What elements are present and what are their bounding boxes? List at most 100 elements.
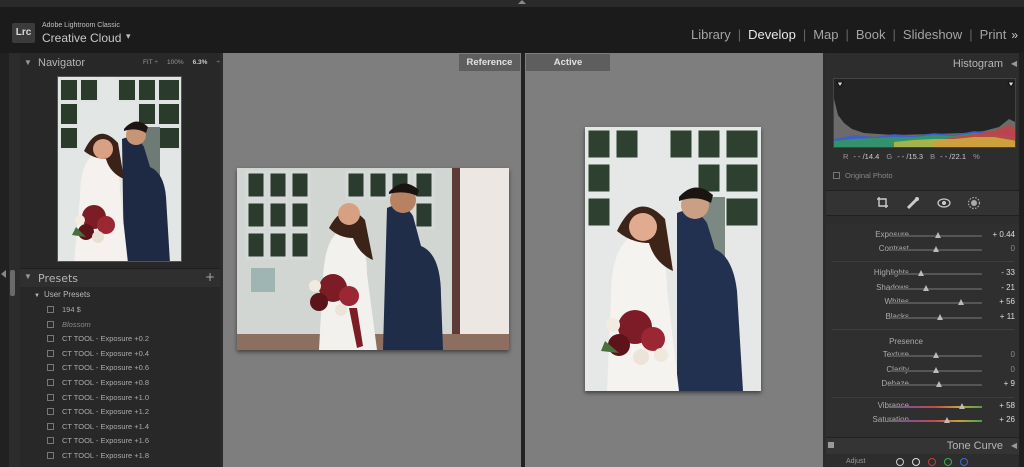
presets-header[interactable]: ▼ Presets + bbox=[20, 268, 220, 287]
preset-item[interactable]: CT TOOL - Exposure +0.8 bbox=[47, 378, 149, 387]
module-slideshow[interactable]: Slideshow bbox=[903, 27, 962, 42]
slider-vibrance[interactable]: Vibrance+ 58 bbox=[826, 400, 1019, 414]
masking-icon[interactable] bbox=[967, 196, 981, 210]
disclosure-triangle-icon[interactable]: ▼ bbox=[24, 272, 32, 292]
rgb-channel-icon[interactable] bbox=[912, 458, 920, 466]
slider-handle[interactable] bbox=[959, 403, 966, 409]
slider-value[interactable]: + 11 bbox=[1000, 312, 1015, 321]
module-library[interactable]: Library bbox=[691, 27, 731, 42]
disclosure-triangle-icon[interactable]: ◀ bbox=[1011, 59, 1017, 68]
slider-handle[interactable] bbox=[958, 299, 965, 305]
slider-handle[interactable] bbox=[917, 270, 924, 276]
slider-track[interactable] bbox=[890, 406, 982, 408]
preset-group-user[interactable]: ▼ User Presets bbox=[34, 290, 90, 299]
preset-item[interactable]: CT TOOL - Exposure +1.8 bbox=[47, 451, 149, 460]
preset-item[interactable]: CT TOOL - Exposure +1.0 bbox=[47, 393, 149, 402]
healing-brush-icon[interactable] bbox=[906, 196, 920, 210]
slider-handle[interactable] bbox=[944, 417, 951, 423]
slider-contrast[interactable]: Contrast0 bbox=[826, 243, 1019, 257]
slider-value[interactable]: - 21 bbox=[1001, 283, 1015, 292]
slider-handle[interactable] bbox=[937, 314, 944, 320]
slider-saturation[interactable]: Saturation+ 26 bbox=[826, 414, 1019, 428]
slider-shadows[interactable]: Shadows- 21 bbox=[826, 282, 1019, 296]
left-panel-toggle[interactable] bbox=[0, 53, 9, 467]
slider-handle[interactable] bbox=[932, 352, 939, 358]
slider-handle[interactable] bbox=[932, 367, 939, 373]
slider-value[interactable]: + 58 bbox=[999, 401, 1015, 410]
slider-value[interactable]: 0 bbox=[1011, 244, 1015, 253]
zoom-100-option[interactable]: 100% bbox=[167, 59, 184, 66]
slider-track[interactable] bbox=[890, 288, 982, 290]
identity-plate[interactable]: Creative Cloud bbox=[42, 31, 121, 45]
histogram-graph[interactable] bbox=[833, 78, 1016, 148]
crop-tool-icon[interactable] bbox=[876, 196, 890, 210]
green-channel-icon[interactable] bbox=[944, 458, 952, 466]
module-map[interactable]: Map bbox=[813, 27, 838, 42]
active-photo[interactable] bbox=[585, 127, 761, 391]
color-divider bbox=[832, 397, 1014, 398]
slider-whites[interactable]: Whites+ 56 bbox=[826, 296, 1019, 310]
slider-texture[interactable]: Texture0 bbox=[826, 349, 1019, 363]
wedding-photo-active bbox=[585, 127, 761, 391]
module-develop[interactable]: Develop bbox=[748, 27, 796, 42]
slider-exposure[interactable]: Exposure+ 0.44 bbox=[826, 229, 1019, 243]
slider-value[interactable]: - 33 bbox=[1001, 268, 1015, 277]
slider-value[interactable]: 0 bbox=[1011, 350, 1015, 359]
slider-value[interactable]: + 56 bbox=[999, 297, 1015, 306]
preset-item[interactable]: CT TOOL - Exposure +0.6 bbox=[47, 363, 149, 372]
preset-item[interactable]: CT TOOL - Exposure +1.4 bbox=[47, 422, 149, 431]
slider-track[interactable] bbox=[890, 273, 982, 275]
zoom-more-option[interactable]: ÷ bbox=[216, 59, 220, 66]
blue-channel-icon[interactable] bbox=[960, 458, 968, 466]
disclosure-triangle-icon[interactable]: ▼ bbox=[24, 58, 32, 67]
slider-track[interactable] bbox=[890, 420, 982, 422]
more-modules-icon[interactable]: » bbox=[1011, 28, 1018, 42]
preset-item[interactable]: CT TOOL - Exposure +1.2 bbox=[47, 407, 149, 416]
reference-photo[interactable] bbox=[237, 168, 509, 350]
point-curve-icon[interactable] bbox=[896, 458, 904, 466]
preset-label: Blossom bbox=[62, 319, 91, 329]
slider-track[interactable] bbox=[890, 317, 982, 319]
checkbox-icon[interactable] bbox=[833, 172, 840, 179]
slider-value[interactable]: + 9 bbox=[1004, 379, 1015, 388]
slider-value[interactable]: + 26 bbox=[999, 415, 1015, 424]
preset-group-label: User Presets bbox=[43, 290, 91, 299]
rgb-r-value: - - /14.4 bbox=[853, 152, 880, 161]
module-separator: | bbox=[802, 27, 807, 42]
panel-toggle-icon[interactable] bbox=[828, 442, 834, 448]
zoom-fit-option[interactable]: FIT ÷ bbox=[143, 59, 158, 66]
preset-item[interactable]: Blossom bbox=[47, 320, 91, 329]
preset-item[interactable]: 194 $ bbox=[47, 305, 81, 314]
slider-blacks[interactable]: Blacks+ 11 bbox=[826, 311, 1019, 325]
zoom-current-option[interactable]: 6.3% bbox=[193, 59, 208, 66]
histogram-header[interactable]: Histogram ◀ bbox=[826, 54, 1019, 74]
module-book[interactable]: Book bbox=[856, 27, 886, 42]
navigator-preview[interactable] bbox=[57, 76, 182, 262]
slider-handle[interactable] bbox=[923, 285, 930, 291]
slider-dehaze[interactable]: Dehaze+ 9 bbox=[826, 378, 1019, 392]
red-channel-icon[interactable] bbox=[928, 458, 936, 466]
slider-value[interactable]: + 0.44 bbox=[993, 230, 1015, 239]
preset-item[interactable]: CT TOOL - Exposure +0.4 bbox=[47, 349, 149, 358]
top-panel-toggle[interactable] bbox=[0, 0, 1024, 7]
tone-curve-header[interactable]: Tone Curve ◀ bbox=[826, 437, 1019, 454]
navigator-header[interactable]: ▼ Navigator FIT ÷ 100% 6.3% ÷ bbox=[20, 54, 220, 74]
module-print[interactable]: Print bbox=[980, 27, 1007, 42]
original-photo-toggle[interactable]: Original Photo bbox=[833, 171, 893, 180]
add-preset-button[interactable]: + bbox=[205, 270, 215, 284]
left-panel-scrollbar[interactable] bbox=[10, 270, 15, 296]
slider-handle[interactable] bbox=[935, 232, 942, 238]
slider-value[interactable]: 0 bbox=[1011, 365, 1015, 374]
identity-dropdown-icon[interactable]: ▾ bbox=[126, 32, 131, 42]
slider-track[interactable] bbox=[890, 302, 982, 304]
disclosure-triangle-icon[interactable]: ◀ bbox=[1011, 441, 1017, 450]
red-eye-icon[interactable] bbox=[937, 196, 951, 210]
module-separator: | bbox=[892, 27, 896, 42]
slider-handle[interactable] bbox=[932, 246, 939, 252]
slider-highlights[interactable]: Highlights- 33 bbox=[826, 267, 1019, 281]
right-panel-scrollbar[interactable] bbox=[1019, 53, 1024, 467]
preset-item[interactable]: CT TOOL - Exposure +1.6 bbox=[47, 436, 149, 445]
slider-handle[interactable] bbox=[936, 381, 943, 387]
slider-clarity[interactable]: Clarity0 bbox=[826, 364, 1019, 378]
preset-item[interactable]: CT TOOL - Exposure +0.2 bbox=[47, 334, 149, 343]
